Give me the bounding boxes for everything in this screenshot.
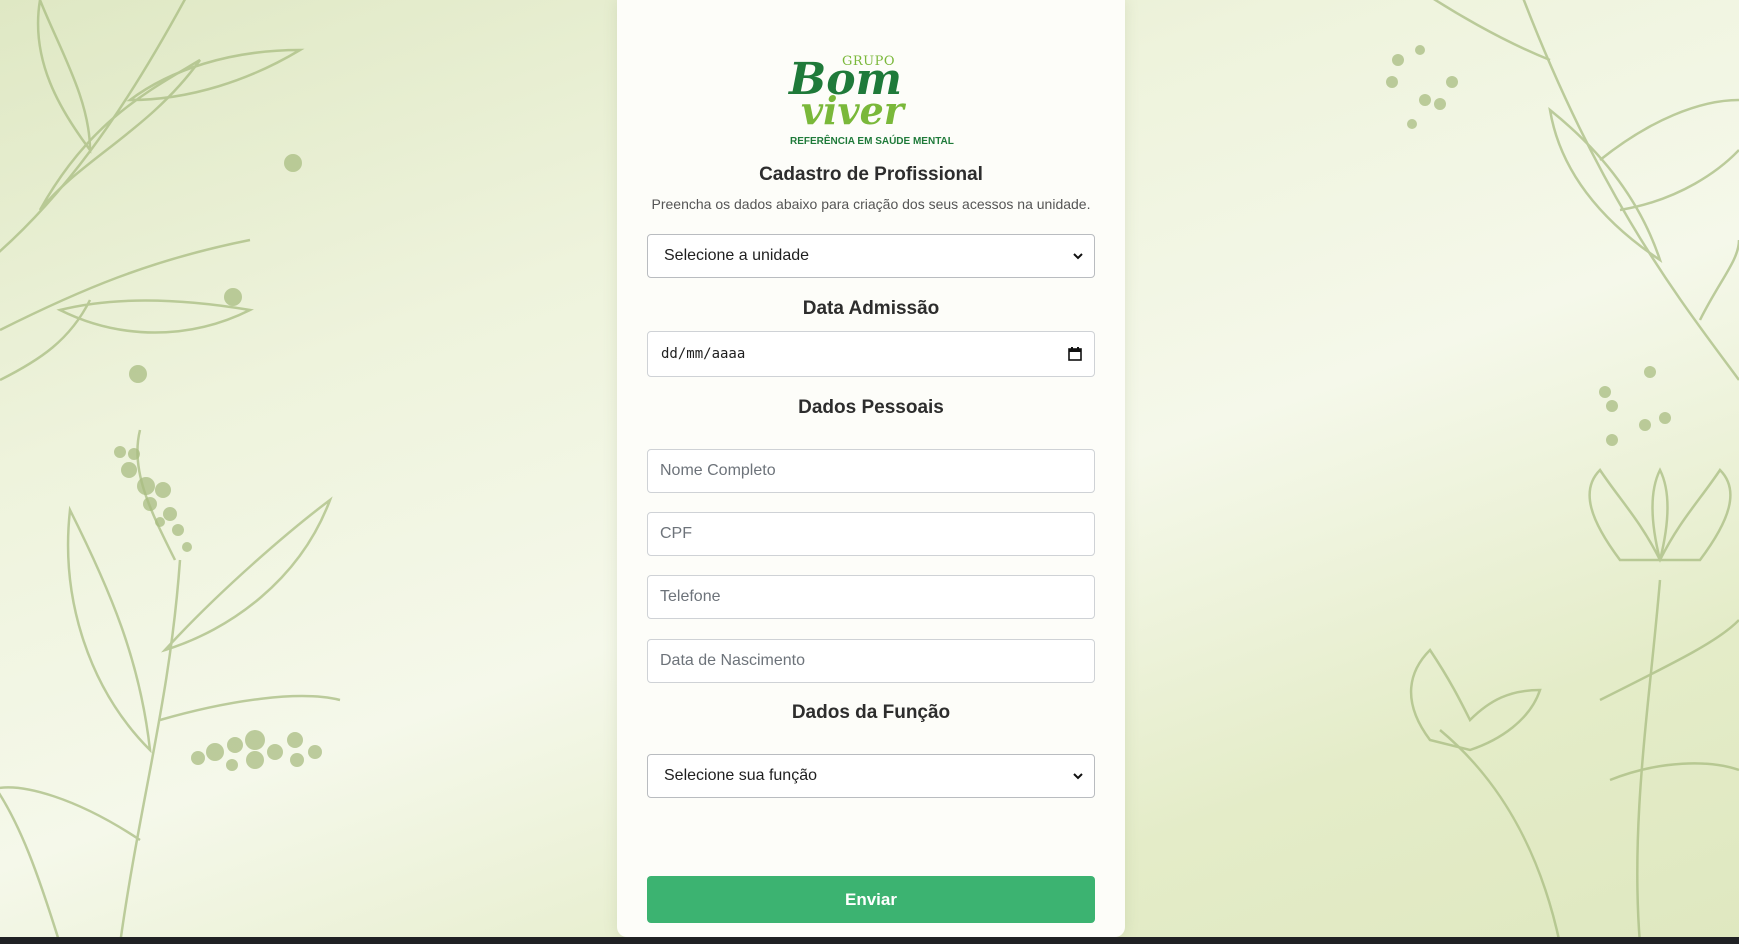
chevron-down-icon: [1072, 250, 1084, 262]
unit-select-value: Selecione a unidade: [664, 247, 810, 264]
taskbar-strip: [0, 937, 1739, 944]
page-background: GRUPO Bom viver REFERÊNCIA EM SAÚDE MENT…: [0, 0, 1739, 944]
admission-date-input[interactable]: dd/mm/aaaa: [647, 331, 1095, 377]
page-title: Cadastro de Profissional: [759, 164, 983, 185]
phone-input[interactable]: Telefone: [647, 575, 1095, 619]
svg-text:viver: viver: [801, 88, 907, 133]
role-select-value: Selecione sua função: [664, 767, 817, 784]
birth-date-input[interactable]: Data de Nascimento: [647, 639, 1095, 683]
registration-card: GRUPO Bom viver REFERÊNCIA EM SAÚDE MENT…: [617, 0, 1125, 937]
admission-date-value: dd/mm/aaaa: [661, 346, 746, 362]
role-select[interactable]: Selecione sua função: [647, 754, 1095, 798]
form-subtitle: Preencha os dados abaixo para criação do…: [651, 196, 1091, 212]
svg-text:REFERÊNCIA EM SAÚDE MENTAL: REFERÊNCIA EM SAÚDE MENTAL: [790, 134, 954, 147]
chevron-down-icon: [1072, 770, 1084, 782]
personal-data-heading: Dados Pessoais: [798, 397, 944, 418]
bom-viver-logo: GRUPO Bom viver REFERÊNCIA EM SAÚDE MENT…: [787, 54, 954, 147]
cpf-input[interactable]: CPF: [647, 512, 1095, 556]
unit-select[interactable]: Selecione a unidade: [647, 234, 1095, 278]
calendar-icon[interactable]: [1068, 347, 1082, 361]
role-data-heading: Dados da Função: [791, 702, 951, 723]
admission-date-heading: Data Admissão: [802, 298, 940, 319]
submit-button[interactable]: Enviar: [647, 876, 1095, 923]
full-name-input[interactable]: Nome Completo: [647, 449, 1095, 493]
